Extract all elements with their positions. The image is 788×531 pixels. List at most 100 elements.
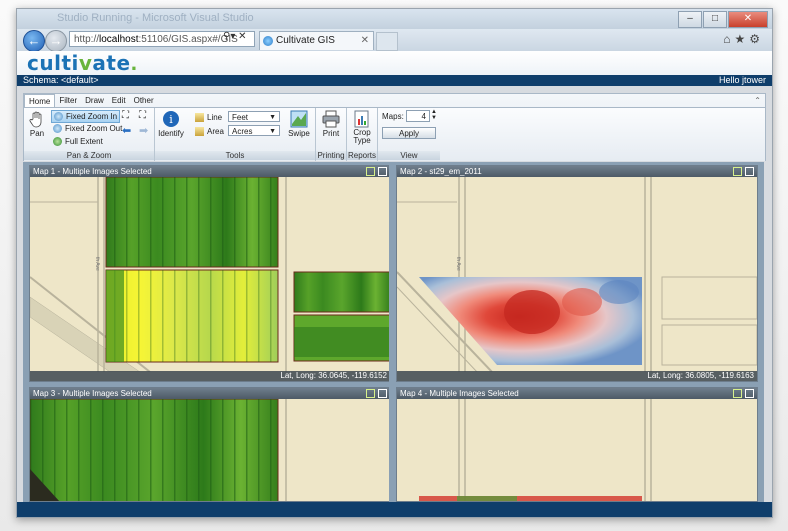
- ruler-icon: [195, 113, 204, 123]
- map-title: Map 3 - Multiple Images Selected: [33, 389, 152, 398]
- map-canvas-2[interactable]: th Ave: [397, 177, 757, 372]
- tab-close-icon[interactable]: ✕: [361, 32, 369, 50]
- group-pan-zoom: Pan Fixed Zoom In Fixed Zoom Out Full Ex…: [24, 108, 155, 161]
- pan-button[interactable]: Pan: [27, 110, 47, 138]
- maximize-map-icon[interactable]: [745, 389, 754, 398]
- group-label: Printing: [316, 151, 346, 160]
- minimize-button[interactable]: –: [678, 11, 702, 28]
- map-title: Map 4 - Multiple Images Selected: [400, 389, 519, 398]
- map-panel-3[interactable]: Map 3 - Multiple Images Selected: [29, 387, 391, 502]
- full-extent-button[interactable]: Full Extent: [53, 136, 103, 147]
- maps-stepper-icon[interactable]: ▲ ▼: [431, 109, 437, 121]
- hand-icon: [29, 111, 42, 128]
- report-chart-icon: [354, 110, 369, 128]
- layers-icon[interactable]: [366, 389, 375, 398]
- group-tools: i Identify Line Area Feet ▼ Acres ▼ Swipe …: [155, 108, 316, 161]
- area-measure-button[interactable]: Area: [195, 126, 224, 137]
- horizontal-splitter[interactable]: [29, 382, 758, 387]
- schema-label: Schema: <default>: [23, 75, 99, 85]
- map-header: Map 2 - st29_em_2011: [397, 166, 757, 177]
- app-header: cultivate.: [17, 51, 772, 75]
- crop-type-button[interactable]: Crop Type: [350, 110, 374, 145]
- zoom-out-icon: [53, 124, 62, 134]
- ie-page-icon: [263, 36, 273, 46]
- group-label: Tools: [155, 151, 315, 160]
- map-header: Map 4 - Multiple Images Selected: [397, 388, 757, 399]
- chevron-down-icon: ▼: [269, 114, 276, 121]
- map-header: Map 3 - Multiple Images Selected: [30, 388, 390, 399]
- map-title: Map 2 - st29_em_2011: [400, 167, 482, 176]
- map-title: Map 1 - Multiple Images Selected: [33, 167, 152, 176]
- ribbon-toolbar: Home Filter Draw Edit Other ⌃ Pan Fixed …: [23, 93, 766, 161]
- layers-icon[interactable]: [733, 167, 742, 176]
- globe-icon: [53, 137, 62, 147]
- map-panel-1[interactable]: Map 1 - Multiple Images Selected th Ave …: [29, 165, 391, 382]
- map-canvas-4[interactable]: [397, 399, 757, 502]
- line-unit-select[interactable]: Feet ▼: [228, 111, 280, 122]
- tab-edit[interactable]: Edit: [108, 94, 130, 107]
- info-icon: i: [163, 111, 179, 127]
- address-search-icon[interactable]: ⚲▾ ✕: [223, 31, 247, 42]
- tab-home[interactable]: Home: [24, 94, 56, 107]
- coordinate-readout: Lat, Long: 36.0805, -119.6163: [397, 371, 757, 381]
- address-host: localhost: [99, 34, 139, 45]
- group-printing: Print Printing: [316, 108, 347, 161]
- maximize-map-icon[interactable]: [378, 389, 387, 398]
- vertical-splitter[interactable]: [389, 165, 395, 502]
- swipe-button[interactable]: Swipe: [287, 110, 311, 138]
- tab-draw[interactable]: Draw: [81, 94, 108, 107]
- maximize-map-icon[interactable]: [378, 167, 387, 176]
- zoom-box-in-icon[interactable]: ⛶: [122, 110, 129, 121]
- previous-extent-icon[interactable]: ⬅: [122, 126, 131, 137]
- tab-cultivate-gis[interactable]: Cultivate GIS ✕: [259, 31, 374, 50]
- map-panel-4[interactable]: Map 4 - Multiple Images Selected: [396, 387, 758, 502]
- maps-count-input[interactable]: 4: [406, 110, 430, 122]
- tab-filter[interactable]: Filter: [55, 94, 81, 107]
- tab-other[interactable]: Other: [130, 94, 158, 107]
- identify-button[interactable]: i Identify: [158, 110, 184, 138]
- coordinate-readout: Lat, Long: 36.0645, -119.6152: [30, 371, 390, 381]
- swipe-icon: [290, 110, 308, 128]
- map-header: Map 1 - Multiple Images Selected: [30, 166, 390, 177]
- tab-title: Cultivate GIS: [276, 35, 335, 46]
- address-prefix: http://: [74, 34, 100, 45]
- map-canvas-3[interactable]: [30, 399, 390, 502]
- home-star-gear-icons[interactable]: ⌂★⚙: [723, 32, 764, 46]
- back-arrow-icon[interactable]: ←: [23, 30, 45, 52]
- window-title: Studio Running - Microsoft Visual Studio: [57, 12, 254, 24]
- road-label: th Ave: [94, 257, 100, 271]
- print-button[interactable]: Print: [319, 110, 343, 138]
- svg-text:i: i: [169, 113, 173, 126]
- collapse-ribbon-icon[interactable]: ⌃: [754, 96, 761, 105]
- apply-button[interactable]: Apply: [382, 127, 436, 139]
- map-panel-2[interactable]: Map 2 - st29_em_2011 th Ave Lat, Long: 3…: [396, 165, 758, 382]
- line-measure-button[interactable]: Line: [195, 112, 222, 123]
- printer-icon: [322, 110, 340, 128]
- fixed-zoom-out-button[interactable]: Fixed Zoom Out: [53, 123, 122, 134]
- forward-arrow-icon[interactable]: →: [45, 30, 67, 52]
- group-label: Reports: [347, 151, 377, 160]
- group-reports: Crop Type Reports: [347, 108, 378, 161]
- layers-icon[interactable]: [366, 167, 375, 176]
- folder-area-icon: [195, 127, 204, 137]
- user-greeting: Hello jtower: [718, 75, 766, 85]
- maximize-map-icon[interactable]: [745, 167, 754, 176]
- group-label: View: [378, 151, 440, 160]
- map-workspace: Map 1 - Multiple Images Selected th Ave …: [23, 162, 764, 502]
- cultivate-logo: cultivate.: [27, 51, 138, 75]
- maximize-button[interactable]: □: [703, 11, 727, 28]
- area-unit-select[interactable]: Acres ▼: [228, 125, 280, 136]
- browser-window: Studio Running - Microsoft Visual Studio…: [16, 8, 773, 518]
- schema-bar: Schema: <default> Hello jtower: [17, 75, 772, 86]
- group-view: Maps: 4 ▲ ▼ Apply View: [378, 108, 440, 161]
- map-canvas-1[interactable]: th Ave: [30, 177, 390, 372]
- close-button[interactable]: ✕: [728, 11, 768, 28]
- next-extent-icon[interactable]: ➡: [139, 126, 148, 137]
- group-label: Pan & Zoom: [24, 151, 154, 160]
- layers-icon[interactable]: [733, 389, 742, 398]
- title-bar: Studio Running - Microsoft Visual Studio…: [17, 9, 772, 29]
- status-strip: [17, 502, 772, 517]
- zoom-box-out-icon[interactable]: ⛶: [139, 110, 146, 121]
- new-tab-button[interactable]: [376, 32, 398, 51]
- fixed-zoom-in-button[interactable]: Fixed Zoom In: [51, 110, 121, 123]
